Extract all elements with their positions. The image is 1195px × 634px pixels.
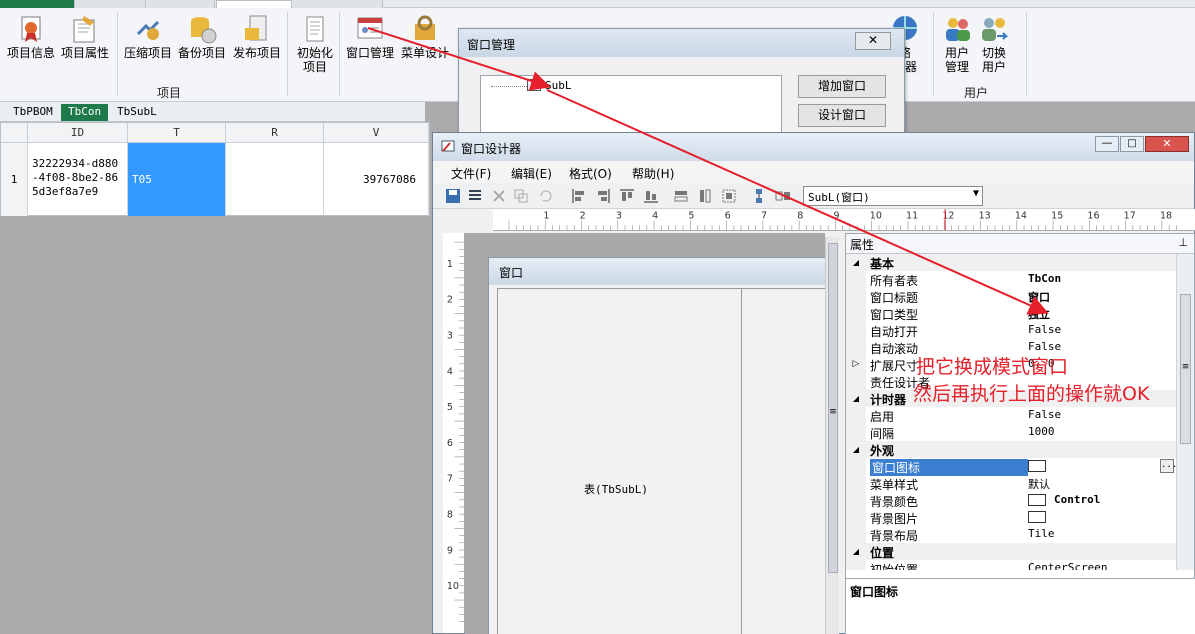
annotation-arrow-2 [546, 89, 1049, 315]
annotation-text-2: 然后再执行上面的操作就OK [913, 383, 1150, 405]
annotation-arrows [367, 27, 1049, 315]
annotation-text-1: 把它换成模式窗口 [916, 356, 1069, 378]
annotation-arrow-1 [367, 27, 551, 91]
